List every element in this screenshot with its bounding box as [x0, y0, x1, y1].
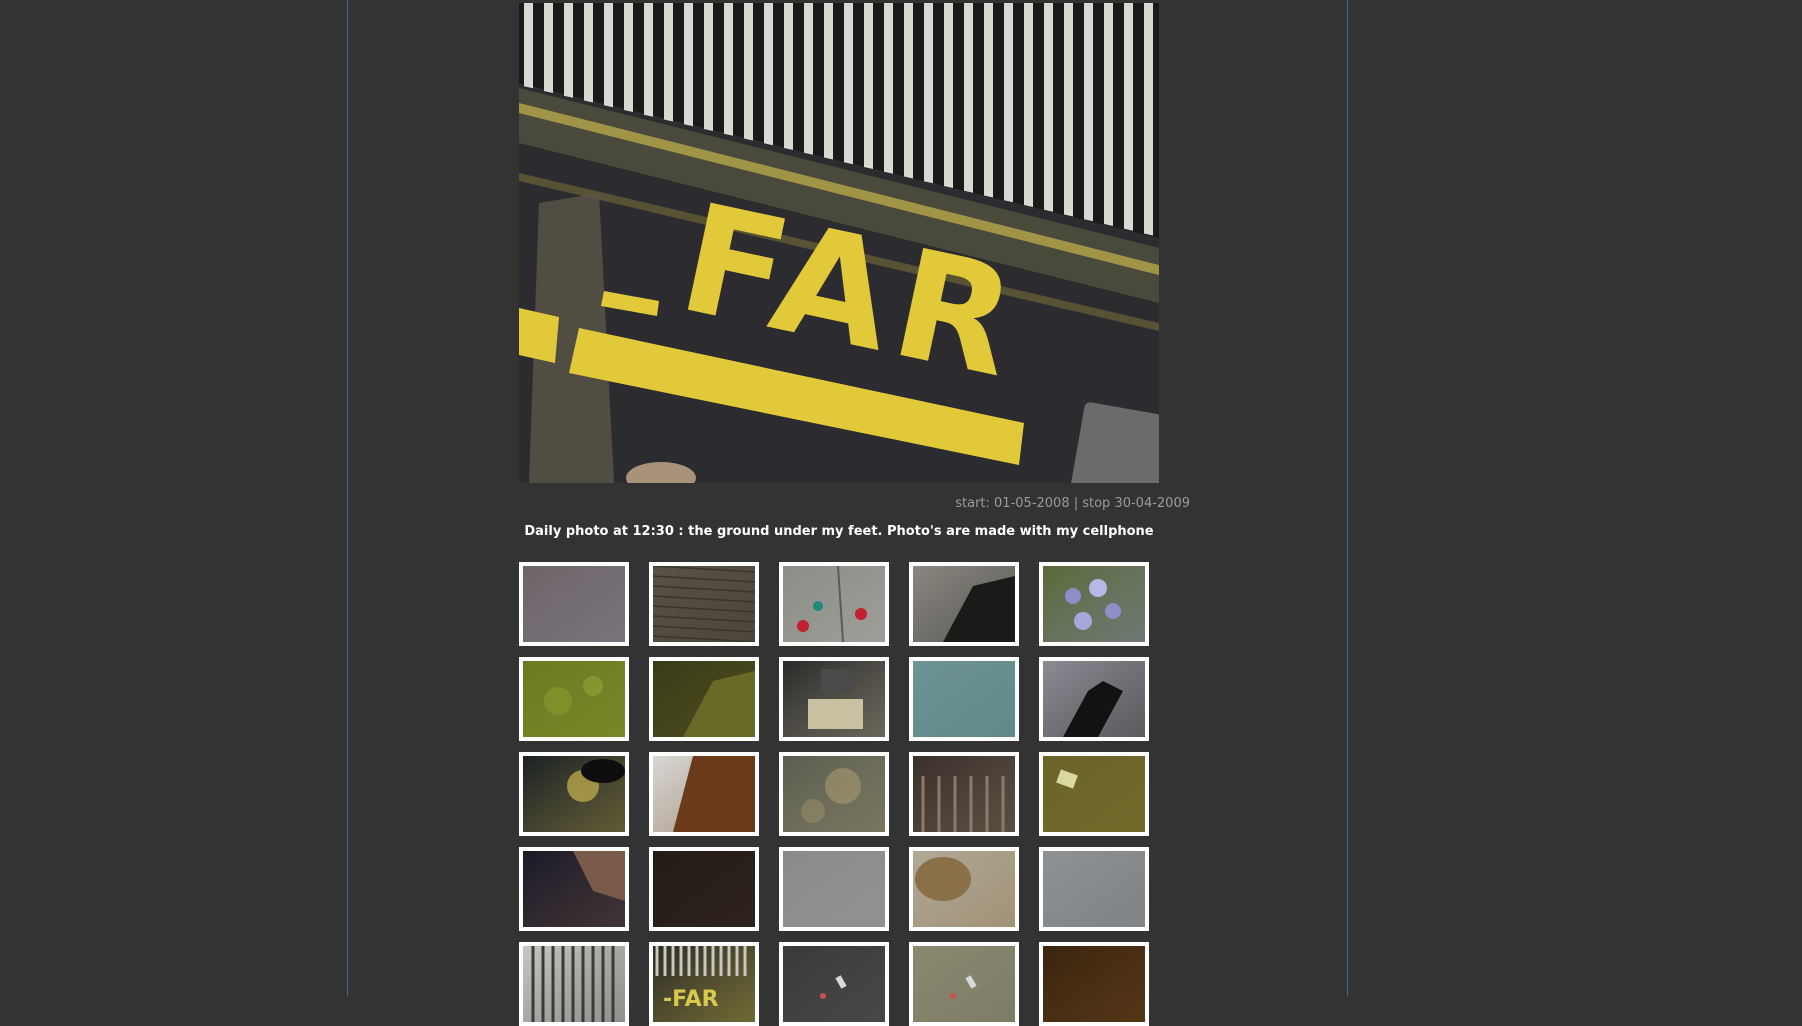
thumbnail-cobblestones-leaves[interactable]	[519, 752, 629, 836]
thumbnail-image	[1043, 756, 1145, 832]
thumbnail-dark-hand[interactable]	[519, 847, 629, 931]
thumbnail-image	[1043, 661, 1145, 737]
thumbnail-brown-floor[interactable]	[519, 562, 629, 646]
thumbnail-rock-on-sand[interactable]	[909, 847, 1019, 931]
thumbnail-drawer-objects[interactable]	[779, 657, 889, 741]
grate-bar	[664, 3, 673, 122]
thumbnail-black-shoe[interactable]	[1039, 657, 1149, 741]
svg-text:-FAR: -FAR	[663, 987, 719, 1012]
thumbnail-image	[783, 851, 885, 927]
thumbnail-flowers-on-tiles[interactable]	[779, 562, 889, 646]
grate-bar	[884, 3, 893, 174]
main-photo-image: FAR	[519, 3, 1159, 483]
grate-bar	[744, 3, 753, 141]
thumbnail-brick-pavement[interactable]	[649, 562, 759, 646]
thumbnail-dark-asphalt-litter[interactable]	[779, 942, 889, 1026]
grate-bar	[1044, 3, 1053, 212]
thumbnail-image	[1043, 946, 1145, 1022]
grate-bar	[704, 3, 713, 131]
grate-bar	[964, 3, 973, 193]
thumbnail-olive-floor[interactable]	[1039, 752, 1149, 836]
thumbnail-image	[523, 756, 625, 832]
thumbnail-image	[523, 566, 625, 642]
thumbnail-image: -FAR	[653, 946, 755, 1022]
thumbnail-drain-grate[interactable]	[519, 942, 629, 1026]
thumbnail-image	[1043, 851, 1145, 927]
grate-bar	[584, 3, 593, 103]
thumbnail-gravel-bottle[interactable]	[909, 942, 1019, 1026]
grate-bar	[1124, 3, 1133, 231]
thumbnail-dark-surface[interactable]	[649, 847, 759, 931]
thumbnail-grey-concrete[interactable]	[779, 847, 889, 931]
thumbnail-image	[783, 946, 885, 1022]
thumbnail-brown-puddle[interactable]	[1039, 942, 1149, 1026]
grate-bar	[544, 3, 553, 93]
grate-bar	[844, 3, 853, 165]
thumbnail-image	[913, 851, 1015, 927]
thumbnail-purple-flowers[interactable]	[1039, 562, 1149, 646]
grate-bar	[524, 3, 533, 89]
thumbnail-image	[783, 756, 885, 832]
thumbnail-far-grate[interactable]: -FAR	[649, 942, 759, 1026]
date-range: start: 01-05-2008 | stop 30-04-2009	[955, 496, 1190, 511]
thumbnail-wet-asphalt[interactable]	[1039, 847, 1149, 931]
thumbnail-image	[913, 661, 1015, 737]
grate-bar	[804, 3, 813, 155]
thumbnail-image	[1043, 566, 1145, 642]
thumbnail-image	[523, 946, 625, 1022]
main-photo: FAR	[519, 3, 1159, 483]
thumbnail-blue-seat[interactable]	[909, 657, 1019, 741]
grate-bar	[564, 3, 573, 98]
thumbnail-rust-wall[interactable]	[649, 752, 759, 836]
grate-bar	[864, 3, 873, 169]
thumbnail-image	[523, 661, 625, 737]
thumbnail-shadow-on-pavement[interactable]	[909, 562, 1019, 646]
thumbnail-dappled-pavement[interactable]	[779, 752, 889, 836]
thumbnail-image	[913, 946, 1015, 1022]
grate-bar	[944, 3, 953, 188]
page-column: FAR start: 01-05-2008 | stop 30-04-2009 …	[347, 0, 1348, 1026]
thumbnail-bicycle-shadow[interactable]	[649, 657, 759, 741]
thumbnail-green-grass[interactable]	[519, 657, 629, 741]
thumbnail-image	[523, 851, 625, 927]
grate-bar	[784, 3, 793, 150]
thumbnail-image	[653, 851, 755, 927]
thumbnail-image	[783, 566, 885, 642]
thumbnail-image	[783, 661, 885, 737]
thumbnail-image	[653, 661, 755, 737]
grate-bar	[684, 3, 693, 127]
grate-bar	[1084, 3, 1093, 222]
thumbnail-image	[913, 756, 1015, 832]
grate-bar	[724, 3, 733, 136]
grate-bar	[1024, 3, 1033, 207]
thumbnail-image	[913, 566, 1015, 642]
grate-bar	[1004, 3, 1013, 203]
grate-bar	[984, 3, 993, 198]
grate-bar	[924, 3, 933, 184]
grate-bar	[764, 3, 773, 146]
grate-bar	[604, 3, 613, 108]
grate-bar	[1104, 3, 1113, 226]
grate-bar	[624, 3, 633, 112]
thumbnail-image	[653, 756, 755, 832]
grate-bar	[904, 3, 913, 179]
grate-bar	[1144, 3, 1153, 236]
grate-bar	[1064, 3, 1073, 217]
description: Daily photo at 12:30 : the ground under …	[524, 524, 1154, 539]
thumbnail-escalator-steps[interactable]	[909, 752, 1019, 836]
grate-bar	[824, 3, 833, 160]
grate-bar	[644, 3, 653, 117]
thumbnail-image	[653, 566, 755, 642]
